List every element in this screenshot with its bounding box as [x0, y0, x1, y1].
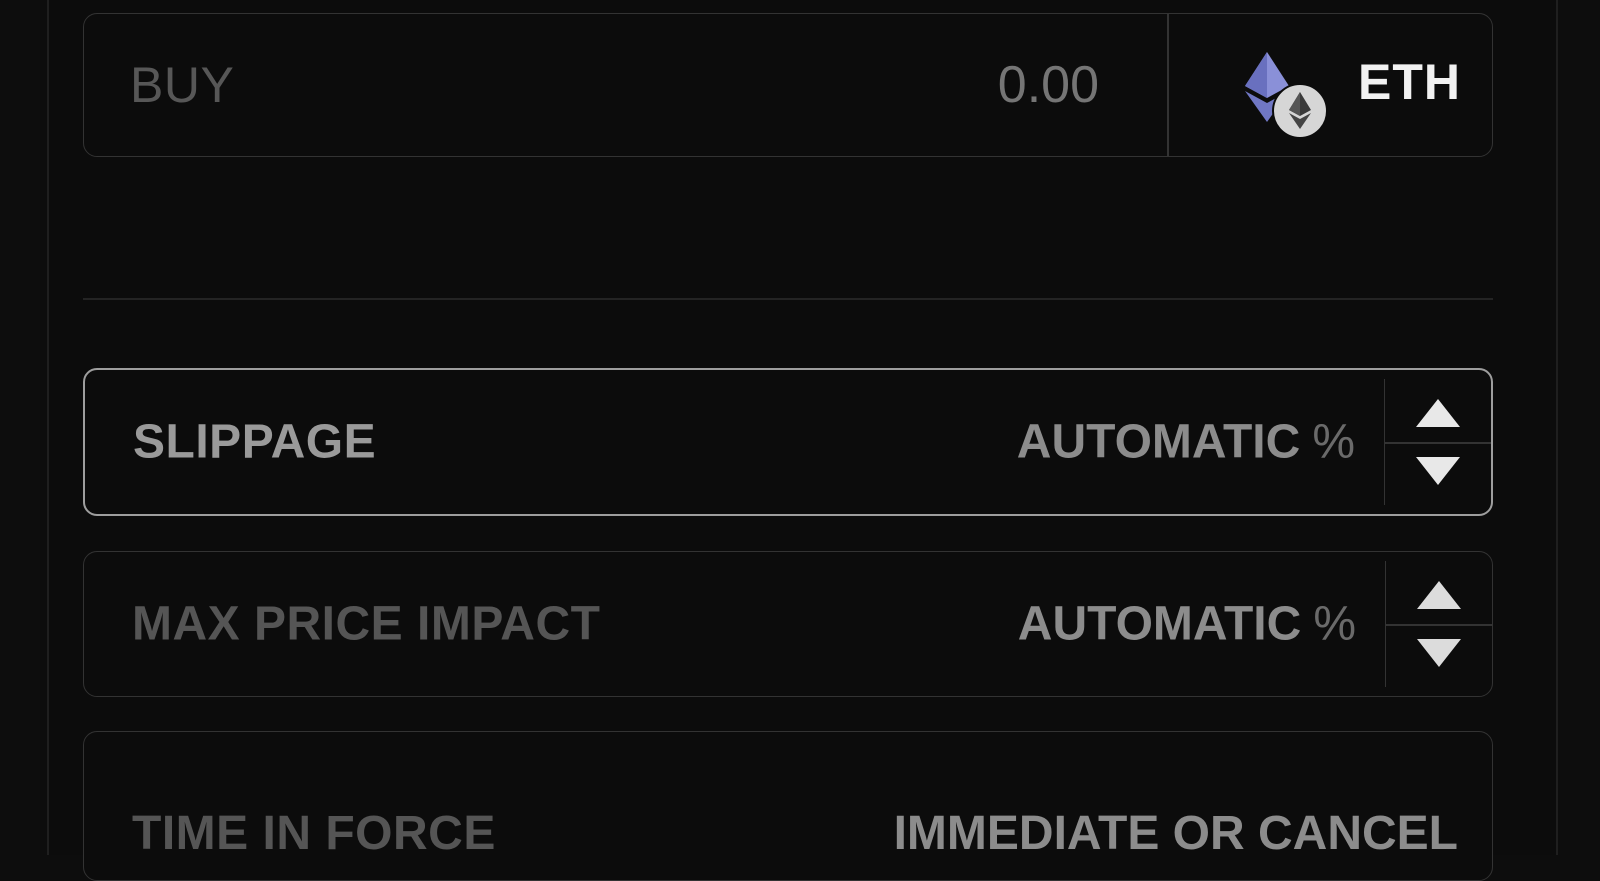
slippage-field[interactable]: SLIPPAGE AUTOMATIC% [83, 368, 1493, 516]
max-price-impact-increment-button[interactable] [1386, 561, 1492, 624]
order-panel: BUY ETH SLIPPAGE AUTOMATIC% [47, 0, 1558, 881]
buy-field: BUY ETH [83, 13, 1493, 157]
max-price-impact-value-group: AUTOMATIC% [1018, 597, 1356, 652]
ethereum-icon [1245, 52, 1328, 139]
slippage-unit: % [1312, 415, 1355, 469]
time-in-force-value[interactable]: IMMEDIATE OR CANCEL [894, 806, 1458, 861]
caret-down-icon [1417, 639, 1461, 667]
caret-up-icon [1417, 581, 1461, 609]
slippage-stepper [1384, 379, 1491, 505]
time-in-force-label: TIME IN FORCE [132, 807, 496, 860]
caret-down-icon [1416, 457, 1460, 485]
buy-label: BUY [130, 57, 235, 113]
slippage-decrement-button[interactable] [1385, 442, 1491, 505]
token-select-button[interactable]: ETH [1169, 14, 1491, 156]
caret-up-icon [1416, 399, 1460, 427]
max-price-impact-stepper [1385, 561, 1492, 687]
slippage-value-group: AUTOMATIC% [1017, 415, 1355, 470]
slippage-increment-button[interactable] [1385, 379, 1491, 442]
max-price-impact-decrement-button[interactable] [1386, 624, 1492, 687]
max-price-impact-value[interactable]: AUTOMATIC [1018, 598, 1302, 651]
time-in-force-field[interactable]: TIME IN FORCE IMMEDIATE OR CANCEL [83, 731, 1493, 881]
max-price-impact-unit: % [1313, 597, 1356, 651]
buy-amount-input[interactable] [799, 55, 1099, 115]
section-divider [83, 298, 1493, 300]
slippage-value[interactable]: AUTOMATIC [1017, 416, 1301, 469]
max-price-impact-field[interactable]: MAX PRICE IMPACT AUTOMATIC% [83, 551, 1493, 697]
token-symbol: ETH [1358, 54, 1461, 111]
slippage-label: SLIPPAGE [133, 415, 377, 469]
max-price-impact-label: MAX PRICE IMPACT [132, 597, 601, 651]
